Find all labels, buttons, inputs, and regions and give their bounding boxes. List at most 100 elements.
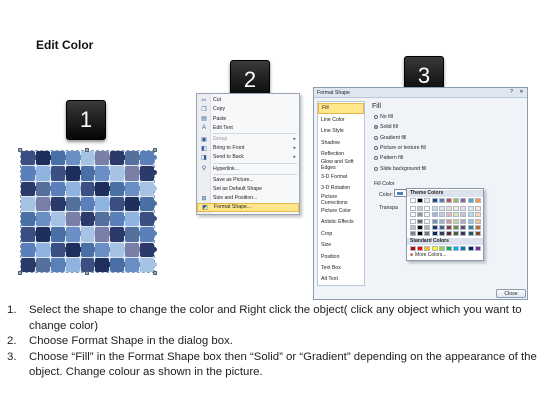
color-swatch[interactable]	[424, 224, 431, 230]
resize-handle[interactable]	[85, 148, 89, 152]
color-swatch[interactable]	[467, 224, 474, 230]
radio-indicator[interactable]	[374, 156, 378, 161]
color-swatch[interactable]	[424, 246, 431, 251]
nav-item-picture-color[interactable]: Picture Color	[318, 206, 364, 217]
color-swatch[interactable]	[410, 231, 416, 236]
color-swatch[interactable]	[431, 224, 438, 230]
color-swatch[interactable]	[453, 231, 460, 236]
color-swatch[interactable]	[474, 224, 481, 230]
color-swatch[interactable]	[467, 212, 474, 218]
fill-option-radio[interactable]: Slide background fill	[374, 166, 426, 172]
resize-handle[interactable]	[153, 148, 157, 152]
nav-item-alt-text[interactable]: Alt Text	[318, 274, 364, 285]
color-swatch[interactable]	[431, 246, 438, 251]
color-swatch[interactable]	[417, 231, 424, 236]
color-swatch[interactable]	[453, 224, 460, 230]
close-button[interactable]: Close	[496, 289, 526, 298]
nav-item-line-style[interactable]: Line Style	[318, 126, 364, 137]
radio-indicator[interactable]	[374, 166, 378, 171]
nav-item-3-d-format[interactable]: 3-D Format	[318, 171, 364, 182]
nav-item-text-box[interactable]: Text Box	[318, 263, 364, 274]
radio-indicator[interactable]	[374, 145, 378, 150]
color-swatch[interactable]	[410, 198, 416, 203]
resize-handle[interactable]	[153, 271, 157, 275]
color-swatch[interactable]	[446, 246, 452, 251]
color-swatch[interactable]	[410, 218, 416, 224]
color-swatch[interactable]	[424, 231, 431, 236]
menu-item-hyperlink[interactable]: ⚲ Hyperlink...	[197, 164, 299, 173]
color-swatch[interactable]	[446, 198, 452, 203]
menu-item-paste[interactable]: ▤ Paste	[197, 114, 299, 123]
color-swatch[interactable]	[438, 231, 445, 236]
color-swatch[interactable]	[460, 231, 467, 236]
color-swatch[interactable]	[431, 218, 438, 224]
color-swatch[interactable]	[467, 218, 474, 224]
color-swatch[interactable]	[431, 206, 438, 212]
fill-option-radio[interactable]: Picture or texture fill	[374, 145, 426, 151]
nav-item-glow-and-soft-edges[interactable]: Glow and Soft Edges	[318, 159, 364, 171]
color-swatch[interactable]	[410, 206, 416, 212]
menu-item-copy[interactable]: ❐ Copy	[197, 105, 299, 114]
color-swatch[interactable]	[474, 206, 481, 212]
color-swatch[interactable]	[410, 224, 416, 230]
color-swatch[interactable]	[453, 198, 460, 203]
color-swatch[interactable]	[460, 198, 467, 203]
color-swatch[interactable]	[424, 206, 431, 212]
nav-item-crop[interactable]: Crop	[318, 228, 364, 239]
color-swatch[interactable]	[431, 231, 438, 236]
nav-item-position[interactable]: Position	[318, 251, 364, 262]
radio-indicator[interactable]	[374, 125, 378, 130]
puzzle-shape[interactable]	[18, 148, 157, 275]
color-swatch[interactable]	[417, 198, 424, 203]
color-swatch[interactable]	[410, 246, 416, 251]
menu-item-group[interactable]: ▣ Group ▸	[197, 135, 299, 144]
color-swatch[interactable]	[467, 246, 474, 251]
close-icon[interactable]: ✕	[517, 89, 526, 96]
color-swatch[interactable]	[438, 198, 445, 203]
fill-option-radio[interactable]: Solid fill	[374, 124, 398, 130]
color-swatch[interactable]	[424, 218, 431, 224]
more-colors-item[interactable]: ■ More Colors...	[410, 252, 446, 258]
color-swatch[interactable]	[446, 224, 452, 230]
color-swatch[interactable]	[460, 246, 467, 251]
menu-item-save-as-picture[interactable]: Save as Picture...	[197, 176, 299, 185]
nav-item-line-color[interactable]: Line Color	[318, 114, 364, 125]
nav-item-picture-corrections[interactable]: Picture Corrections	[318, 194, 364, 206]
fill-option-radio[interactable]: No fill	[374, 114, 393, 120]
menu-item-edit-text[interactable]: A Edit Text	[197, 124, 299, 133]
color-swatch[interactable]	[453, 212, 460, 218]
color-swatch[interactable]	[446, 231, 452, 236]
nav-item-reflection[interactable]: Reflection	[318, 149, 364, 160]
menu-item-send-to-back[interactable]: ◨ Send to Back ▸	[197, 153, 299, 162]
color-swatch[interactable]	[460, 206, 467, 212]
color-swatch[interactable]	[417, 246, 424, 251]
color-swatch[interactable]	[474, 246, 481, 251]
radio-indicator[interactable]	[374, 115, 378, 119]
nav-item-artistic-effects[interactable]: Artistic Effects	[318, 217, 364, 228]
color-swatch[interactable]	[417, 212, 424, 218]
color-swatch[interactable]	[474, 231, 481, 236]
help-button[interactable]: ?	[507, 89, 516, 96]
color-swatch[interactable]	[438, 246, 445, 251]
color-swatch[interactable]	[417, 224, 424, 230]
color-swatch[interactable]	[474, 212, 481, 218]
color-swatch[interactable]	[438, 218, 445, 224]
color-swatch[interactable]	[446, 206, 452, 212]
color-swatch[interactable]	[424, 198, 431, 203]
color-swatch[interactable]	[474, 218, 481, 224]
color-swatch[interactable]	[438, 212, 445, 218]
fill-option-radio[interactable]: Gradient fill	[374, 135, 406, 141]
nav-item-shadow[interactable]: Shadow	[318, 137, 364, 148]
menu-item-cut[interactable]: ✂ Cut	[197, 96, 299, 105]
color-swatch[interactable]	[460, 224, 467, 230]
color-swatch[interactable]	[467, 206, 474, 212]
radio-indicator[interactable]	[374, 135, 378, 140]
color-swatch[interactable]	[431, 198, 438, 203]
nav-item-3-d-rotation[interactable]: 3-D Rotation	[318, 183, 364, 194]
fill-option-radio[interactable]: Pattern fill	[374, 155, 403, 161]
color-swatch[interactable]	[474, 198, 481, 203]
menu-item-set-as-default-shape[interactable]: Set as Default Shape	[197, 185, 299, 194]
resize-handle[interactable]	[18, 148, 22, 152]
color-swatch[interactable]	[460, 218, 467, 224]
menu-item-size-and-position[interactable]: ⊞ Size and Position...	[197, 194, 299, 203]
